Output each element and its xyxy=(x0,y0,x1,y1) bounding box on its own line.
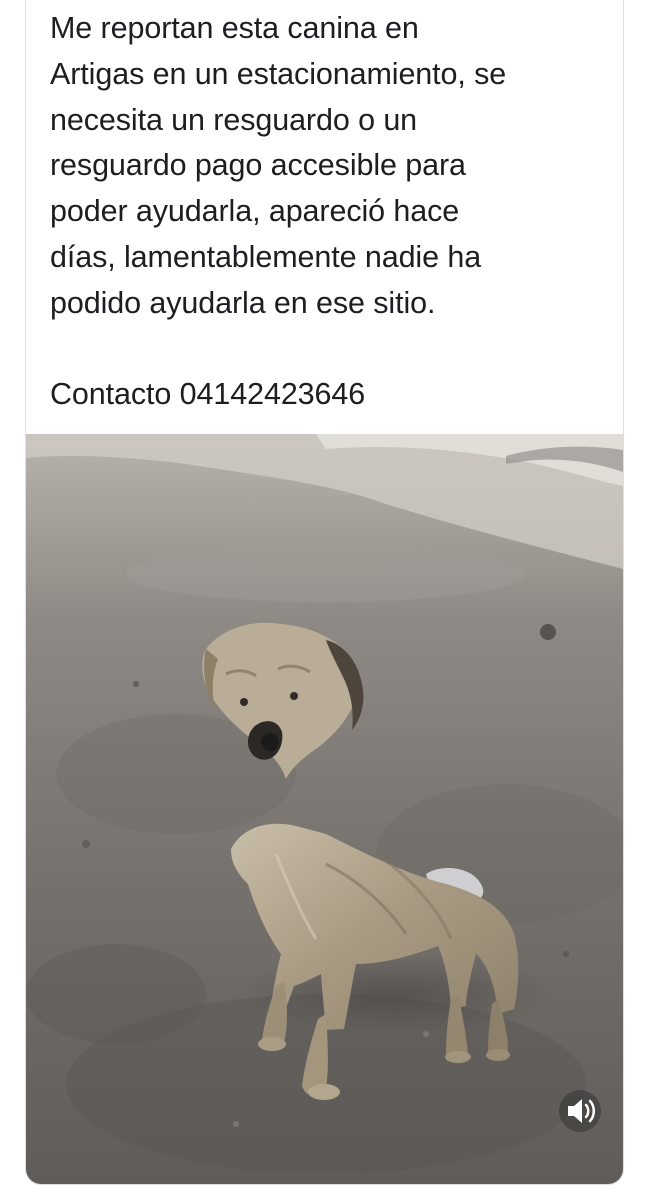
contact-line: Contacto 04142423646 xyxy=(50,377,366,412)
post-text-line: Artigas en un estacionamiento, se xyxy=(50,56,507,91)
post-card: Me reportan esta canina en Artigas en un… xyxy=(25,0,624,1185)
post-text-line: podido ayudarla en ese sitio. xyxy=(50,285,436,320)
post-video[interactable] xyxy=(26,434,623,1184)
post-text-line: poder ayudarla, apareció hace xyxy=(50,194,460,229)
dog-photo xyxy=(26,434,623,1184)
post-text: Me reportan esta canina en Artigas en un… xyxy=(50,6,610,418)
post-text-line: necesita un resguardo o un xyxy=(50,102,418,137)
post-text-line: resguardo pago accesible para xyxy=(50,148,466,183)
speaker-volume-icon xyxy=(559,1090,601,1132)
post-text-line: Me reportan esta canina en xyxy=(50,11,419,45)
post-text-line: días, lamentablemente nadie ha xyxy=(50,239,482,274)
sound-toggle-button[interactable] xyxy=(557,1088,603,1134)
